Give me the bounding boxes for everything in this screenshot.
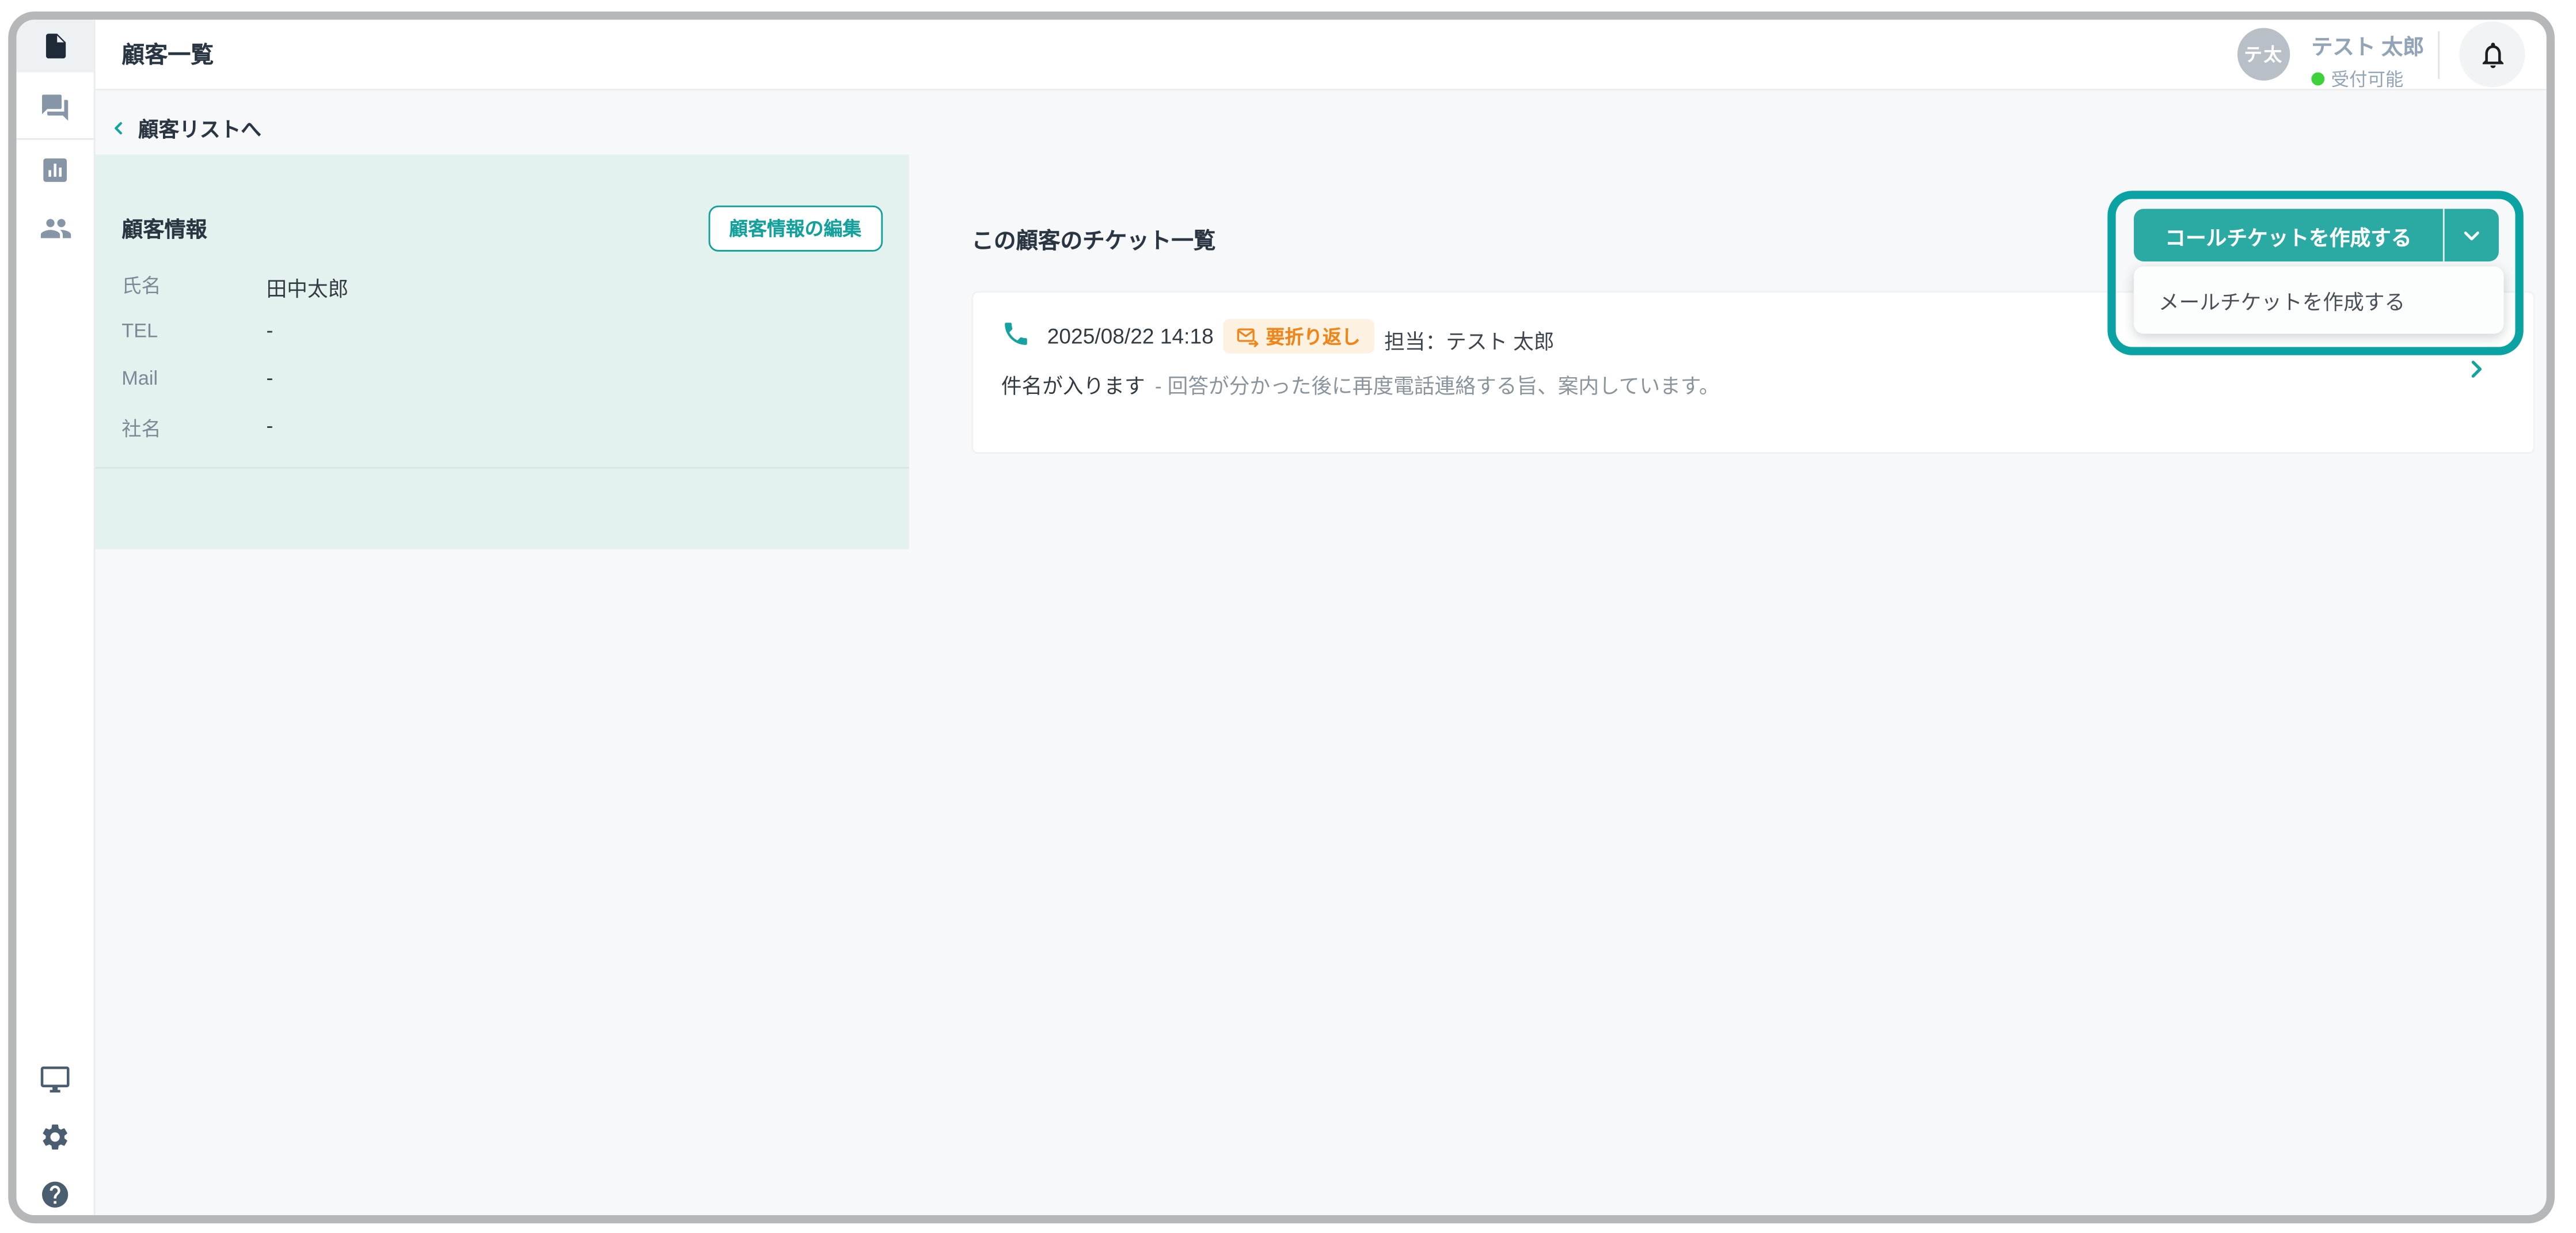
customer-info-panel: 顧客情報 顧客情報の編集 氏名 田中太郎 TEL - Mail - 社名 - xyxy=(96,154,909,549)
sidebar-item-help[interactable] xyxy=(17,1167,94,1220)
help-icon xyxy=(40,1178,71,1209)
sidebar-item-reports[interactable] xyxy=(17,143,94,195)
page-title: 顧客一覧 xyxy=(121,20,214,90)
chevron-left-icon xyxy=(108,117,128,137)
main-content: 顧客リストへ 顧客情報 顧客情報の編集 氏名 田中太郎 TEL - Mail - xyxy=(96,90,2547,1215)
mail-forward-icon xyxy=(1236,325,1259,348)
field-value: - xyxy=(267,319,273,342)
gear-icon xyxy=(40,1121,71,1152)
customer-info-title: 顧客情報 xyxy=(121,212,207,243)
ticket-subject: 件名が入ります - 回答が分かった後に再度電話連絡する旨、案内しています。 xyxy=(1001,369,1720,400)
customer-field-row: 氏名 田中太郎 xyxy=(96,271,909,298)
callback-badge: 要折り返し xyxy=(1223,319,1373,354)
status-dot xyxy=(2311,73,2324,86)
field-label: Mail xyxy=(121,367,158,390)
chat-icon xyxy=(40,91,71,122)
monitor-icon xyxy=(40,1063,71,1094)
sidebar xyxy=(17,20,96,1215)
status-label: 受付可能 xyxy=(2331,66,2404,92)
field-label: TEL xyxy=(121,319,158,342)
avatar: テ太 xyxy=(2237,28,2290,81)
topbar: 顧客一覧 テ太 テスト 太郎 受付可能 xyxy=(96,20,2547,90)
create-ticket-dropdown-toggle[interactable] xyxy=(2445,209,2499,261)
create-mail-ticket-menu-item[interactable]: メールチケットを作成する xyxy=(2159,284,2405,316)
sidebar-item-customers[interactable] xyxy=(17,202,94,255)
field-label: 氏名 xyxy=(121,271,161,299)
ticket-assignee: 担当：テスト 太郎 xyxy=(1384,324,1554,355)
callback-badge-label: 要折り返し xyxy=(1266,323,1361,350)
field-value: - xyxy=(267,415,273,438)
create-ticket-dropdown-menu: メールチケットを作成する xyxy=(2134,267,2503,334)
customer-field-row: Mail - xyxy=(96,367,909,393)
breadcrumb-label: 顧客リストへ xyxy=(138,112,261,143)
field-label: 社名 xyxy=(121,415,161,443)
sidebar-item-documents[interactable] xyxy=(17,20,94,72)
bar-chart-icon xyxy=(40,154,71,185)
customer-field-row: 社名 - xyxy=(96,415,909,441)
customer-field-row: TEL - xyxy=(96,319,909,346)
people-icon xyxy=(39,212,71,245)
user-meta: テスト 太郎 受付可能 xyxy=(2311,29,2424,92)
app-window: 顧客一覧 テ太 テスト 太郎 受付可能 xyxy=(0,0,2576,1233)
sidebar-item-settings[interactable] xyxy=(17,1110,94,1162)
edit-customer-button[interactable]: 顧客情報の編集 xyxy=(708,206,883,252)
chevron-right-icon xyxy=(2463,355,2491,384)
sidebar-divider xyxy=(17,138,94,140)
breadcrumb-back-link[interactable]: 顧客リストへ xyxy=(108,112,261,143)
ticket-subject-main: 件名が入ります xyxy=(1001,375,1145,398)
document-icon xyxy=(40,31,70,60)
ticket-datetime: 2025/08/22 14:18 xyxy=(1047,324,1214,348)
ticket-list-title: この顧客のチケット一覧 xyxy=(971,222,1215,255)
field-value: - xyxy=(267,367,273,390)
user-name: テスト 太郎 xyxy=(2311,29,2424,60)
field-value: 田中太郎 xyxy=(267,271,349,302)
create-call-ticket-split-button: コールチケットを作成する xyxy=(2134,209,2499,261)
sidebar-item-monitor[interactable] xyxy=(17,1052,94,1105)
app-frame: 顧客一覧 テ太 テスト 太郎 受付可能 xyxy=(8,12,2555,1223)
chevron-down-icon xyxy=(2459,223,2484,248)
sidebar-item-chat[interactable] xyxy=(17,81,94,133)
bell-icon xyxy=(2476,39,2507,70)
notifications-button[interactable] xyxy=(2459,21,2525,87)
user-status: 受付可能 xyxy=(2311,66,2424,92)
create-call-ticket-button[interactable]: コールチケットを作成する xyxy=(2134,209,2445,261)
panel-divider xyxy=(96,467,909,469)
topbar-divider xyxy=(2438,31,2440,79)
phone-icon xyxy=(1001,319,1031,348)
ticket-subject-note: - 回答が分かった後に再度電話連絡する旨、案内しています。 xyxy=(1155,375,1720,398)
